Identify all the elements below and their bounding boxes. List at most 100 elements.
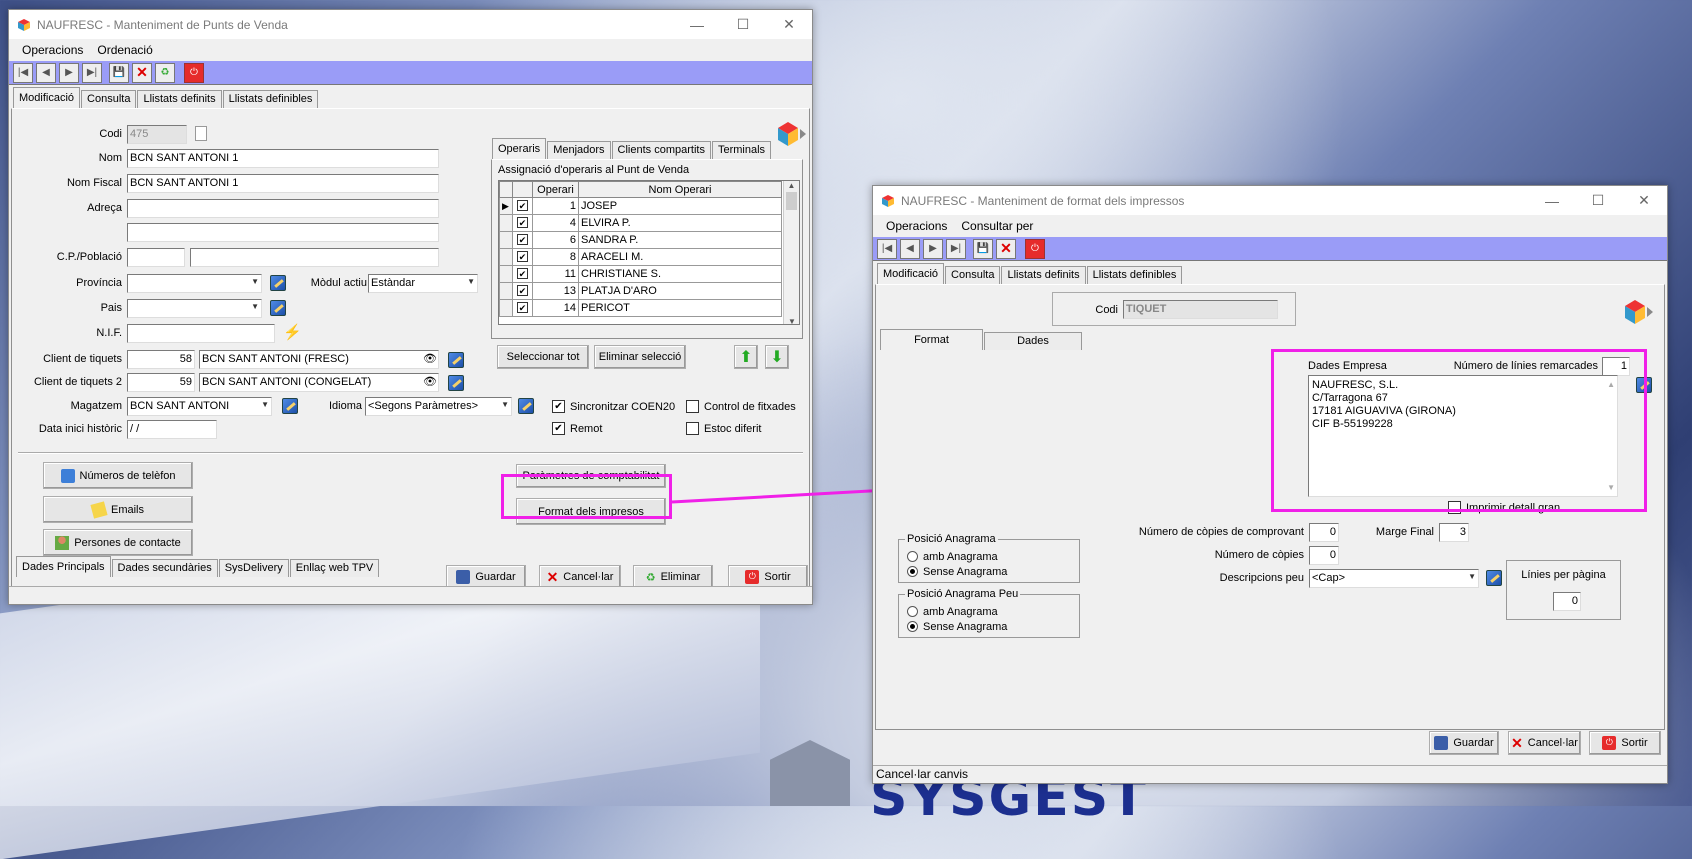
last-record-icon[interactable]: ▶|	[82, 62, 102, 83]
tab-format[interactable]: Format	[880, 329, 983, 350]
tab-dades-secundaries[interactable]: Dades secundàries	[111, 559, 218, 577]
save-icon[interactable]: 💾	[109, 62, 129, 83]
close-button[interactable]: ✕	[766, 16, 812, 33]
estoc-diferit-checkbox[interactable]: Estoc diferit	[686, 422, 761, 435]
codi-field[interactable]: TIQUET	[1123, 300, 1278, 319]
seleccionar-tot-button[interactable]: Seleccionar tot	[497, 345, 589, 369]
maximize-button[interactable]: ☐	[720, 16, 766, 33]
row-checkbox[interactable]: ✔	[512, 248, 533, 266]
cancelar-button[interactable]: ✕ Cancel·lar	[1508, 731, 1581, 755]
exit-icon[interactable]: ⏻	[1025, 238, 1045, 259]
first-record-icon[interactable]: |◀	[13, 62, 33, 83]
pais-select[interactable]	[127, 299, 262, 318]
first-record-icon[interactable]: |◀	[877, 238, 897, 259]
move-down-icon[interactable]: ⬇	[765, 345, 789, 369]
tab-menjadors[interactable]: Menjadors	[547, 141, 611, 159]
sincronitzar-checkbox[interactable]: ✔ Sincronitzar COEN20	[552, 400, 675, 413]
nom-fiscal-field[interactable]: BCN SANT ANTONI 1	[127, 174, 439, 193]
guardar-button[interactable]: Guardar	[1429, 731, 1499, 755]
codi-field[interactable]: 475	[127, 125, 187, 144]
data-historic-field[interactable]: / /	[127, 420, 217, 439]
save-icon[interactable]: 💾	[973, 238, 993, 259]
cp-field[interactable]	[127, 248, 185, 267]
marge-final-field[interactable]: 3	[1439, 523, 1469, 542]
minimize-button[interactable]: —	[1529, 193, 1575, 209]
binoculars-icon[interactable]: 👁	[423, 352, 437, 365]
tab-operaris[interactable]: Operaris	[492, 138, 547, 159]
eliminar-seleccio-button[interactable]: Eliminar selecció	[594, 345, 686, 369]
maximize-button[interactable]: ☐	[1575, 192, 1621, 209]
edit-idioma-icon[interactable]	[518, 398, 534, 414]
poblacio-field[interactable]	[190, 248, 439, 267]
minimize-button[interactable]: —	[674, 17, 720, 33]
client-tiquets-num[interactable]: 58	[127, 350, 195, 369]
menu-operacions[interactable]: Operacions	[886, 219, 947, 233]
table-row[interactable]: ✔ 11 CHRISTIANE S.	[499, 265, 782, 283]
client-tiquets-name[interactable]: BCN SANT ANTONI (FRESC)	[199, 350, 439, 369]
edit-provincia-icon[interactable]	[270, 275, 286, 291]
edit-pais-icon[interactable]	[270, 300, 286, 316]
amb-anagrama-peu-radio[interactable]: amb Anagrama	[907, 604, 1079, 619]
table-row[interactable]: ✔ 14 PERICOT	[499, 299, 782, 317]
move-up-icon[interactable]: ⬆	[734, 345, 758, 369]
nif-field[interactable]	[127, 324, 275, 343]
table-row[interactable]: ✔ 6 SANDRA P.	[499, 231, 782, 249]
row-checkbox[interactable]: ✔	[512, 197, 533, 215]
linies-pagina-field[interactable]: 0	[1553, 592, 1581, 611]
row-checkbox[interactable]: ✔	[512, 282, 533, 300]
menu-operacions[interactable]: Operacions	[22, 43, 83, 57]
tab-consulta[interactable]: Consulta	[81, 90, 137, 108]
tab-modificacio[interactable]: Modificació	[13, 87, 81, 108]
table-row[interactable]: ✔ 4 ELVIRA P.	[499, 214, 782, 232]
tab-dades-principals[interactable]: Dades Principals	[16, 556, 111, 577]
next-record-icon[interactable]: ▶	[923, 238, 943, 259]
lightning-icon[interactable]: ⚡	[283, 323, 302, 341]
persones-contacte-button[interactable]: Persones de contacte	[43, 529, 193, 556]
tab-modificacio[interactable]: Modificació	[877, 263, 945, 284]
tab-llistats-definibles[interactable]: Llistats definibles	[1086, 266, 1183, 284]
exit-icon[interactable]: ⏻	[184, 62, 204, 83]
amb-anagrama-radio[interactable]: amb Anagrama	[907, 549, 1079, 564]
table-row[interactable]: ▶ ✔ 1 JOSEP	[499, 197, 782, 215]
numeros-telefon-button[interactable]: Números de telèfon	[43, 462, 193, 489]
row-checkbox[interactable]: ✔	[512, 214, 533, 232]
sortir-button[interactable]: ⏻ Sortir	[1589, 731, 1661, 755]
adreca-field-2[interactable]	[127, 223, 439, 242]
row-checkbox[interactable]: ✔	[512, 265, 533, 283]
prev-record-icon[interactable]: ◀	[900, 238, 920, 259]
menu-consultar-per[interactable]: Consultar per	[961, 219, 1033, 233]
magatzem-select[interactable]: BCN SANT ANTONI	[127, 397, 272, 416]
adreca-field-1[interactable]	[127, 199, 439, 218]
provincia-select[interactable]	[127, 274, 262, 293]
copies-comprovant-field[interactable]: 0	[1309, 523, 1339, 542]
tab-dades[interactable]: Dades	[984, 332, 1082, 350]
tab-llistats-definibles[interactable]: Llistats definibles	[222, 90, 319, 108]
tab-clients-compartits[interactable]: Clients compartits	[611, 141, 711, 159]
row-checkbox[interactable]: ✔	[512, 231, 533, 249]
tab-enllac-web[interactable]: Enllaç web TPV	[289, 559, 380, 577]
table-row[interactable]: ✔ 8 ARACELI M.	[499, 248, 782, 266]
menu-ordenacio[interactable]: Ordenació	[97, 43, 152, 57]
client-tiquets2-num[interactable]: 59	[127, 373, 195, 392]
control-fitxades-checkbox[interactable]: Control de fitxades	[686, 400, 796, 413]
copies-field[interactable]: 0	[1309, 546, 1339, 565]
next-record-icon[interactable]: ▶	[59, 62, 79, 83]
tab-consulta[interactable]: Consulta	[945, 266, 1001, 284]
edit-client2-icon[interactable]	[448, 375, 464, 391]
cancel-icon[interactable]: ✕	[996, 238, 1016, 259]
prev-record-icon[interactable]: ◀	[36, 62, 56, 83]
sense-anagrama-radio[interactable]: Sense Anagrama	[907, 564, 1079, 579]
tab-sysdelivery[interactable]: SysDelivery	[218, 559, 289, 577]
row-checkbox[interactable]: ✔	[512, 299, 533, 317]
binoculars-icon[interactable]: 👁	[423, 375, 437, 388]
last-record-icon[interactable]: ▶|	[946, 238, 966, 259]
emails-button[interactable]: Emails	[43, 496, 193, 523]
edit-magatzem-icon[interactable]	[282, 398, 298, 414]
grid-scrollbar[interactable]: ▲ ▼	[783, 181, 799, 324]
tab-terminals[interactable]: Terminals	[711, 141, 772, 159]
delete-icon[interactable]: ♻	[155, 62, 175, 83]
nom-field[interactable]: BCN SANT ANTONI 1	[127, 149, 439, 168]
sense-anagrama-peu-radio[interactable]: Sense Anagrama	[907, 619, 1079, 634]
tab-llistats-definits[interactable]: Llistats definits	[137, 90, 222, 108]
document-icon[interactable]	[195, 126, 207, 141]
